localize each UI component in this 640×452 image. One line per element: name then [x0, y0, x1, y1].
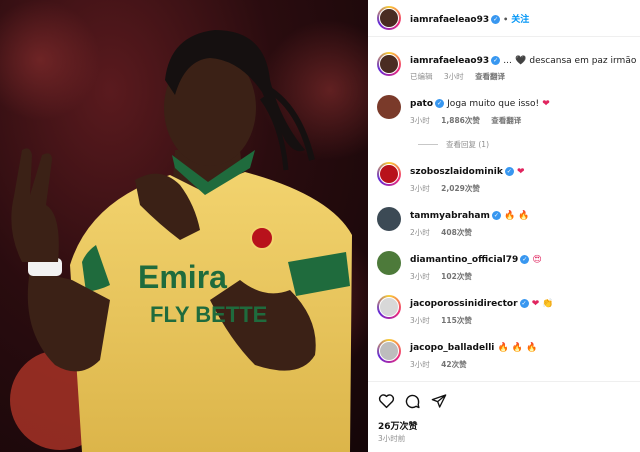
comment-text: Joga muito que isso!	[447, 99, 540, 109]
comment-avatar[interactable]	[377, 207, 401, 231]
comment-likes[interactable]: 2,029次赞	[441, 184, 480, 193]
comment-author[interactable]: pato	[410, 99, 433, 109]
verified-badge-icon: ✓	[504, 167, 514, 176]
view-replies-label: 查看回复 (1)	[446, 140, 490, 149]
comment-author[interactable]: szoboszlaidominik	[410, 167, 503, 177]
verified-badge-icon: ✓	[491, 211, 501, 220]
comment-row: tammyabraham ✓ 🔥 🔥	[410, 211, 530, 221]
comment-author[interactable]: jacopo_balladelli	[410, 343, 494, 353]
comment-avatar[interactable]	[377, 295, 401, 319]
caption-meta: 已编辑 3小时 查看翻译	[410, 71, 505, 82]
comment-emoji: ❤	[542, 99, 550, 109]
comment-likes[interactable]: 408次赞	[441, 228, 472, 237]
comment-row: pato ✓ Joga muito que isso! ❤	[410, 99, 550, 109]
comment-likes[interactable]: 115次赞	[441, 316, 472, 325]
comment-likes[interactable]: 42次赞	[441, 360, 466, 369]
comment-row: szoboszlaidominik ✓ ❤	[410, 167, 525, 177]
comment-likes[interactable]: 1,886次赞	[441, 116, 480, 125]
comment-time: 3小时	[410, 116, 430, 125]
header-author: iamrafaeleao93 ✓ • 关注	[410, 12, 529, 25]
verified-badge-icon: ✓	[520, 255, 530, 264]
post-photo-illustration: Emira FLY BETTE	[0, 0, 368, 452]
post-side-panel	[368, 0, 640, 452]
comment-author[interactable]: tammyabraham	[410, 211, 490, 221]
comment-time: 3小时	[410, 316, 430, 325]
comment-time: 2小时	[410, 228, 430, 237]
verified-badge-icon: ✓	[491, 15, 501, 24]
comment-emoji: 🔥 🔥 🔥	[497, 343, 538, 353]
comment-icon[interactable]	[404, 393, 421, 410]
replies-divider	[418, 144, 438, 145]
comment-meta: 2小时 408次赞	[410, 227, 472, 238]
comment-author[interactable]: jacoporossinidirector	[410, 299, 518, 309]
separator-dot: •	[503, 15, 509, 24]
comment-meta: 3小时 42次赞	[410, 359, 467, 370]
verified-badge-icon: ✓	[435, 99, 445, 108]
caption-time: 3小时	[443, 72, 464, 81]
verified-badge-icon: ✓	[519, 299, 529, 308]
caption-emoji: 🖤	[515, 56, 527, 66]
actions-divider	[368, 381, 640, 382]
caption-more: ...	[503, 56, 512, 66]
likes-count[interactable]: 26万次赞	[378, 419, 418, 432]
author-avatar[interactable]	[377, 6, 401, 30]
comment-emoji: ❤	[516, 167, 525, 177]
comment-emoji: ❤ 👏	[531, 299, 554, 309]
comment-avatar[interactable]	[377, 339, 401, 363]
comment-time: 3小时	[410, 272, 430, 281]
comment-emoji: 🔥 🔥	[504, 211, 530, 221]
comment-meta: 3小时 115次赞	[410, 315, 472, 326]
comment-meta: 3小时 1,886次赞 查看翻译	[410, 115, 521, 126]
comment-emoji: 😍	[532, 255, 542, 265]
comment-meta: 3小时 102次赞	[410, 271, 472, 282]
post-photo[interactable]: Emira FLY BETTE	[0, 0, 368, 452]
verified-badge-icon: ✓	[491, 56, 501, 65]
post-time: 3小时前	[378, 434, 406, 443]
comment-translate-link[interactable]: 查看翻译	[491, 116, 521, 125]
comment-avatar[interactable]	[377, 251, 401, 275]
comment-row: jacopo_balladelli 🔥 🔥 🔥	[410, 343, 537, 353]
view-replies-button[interactable]: 查看回复 (1)	[418, 139, 489, 150]
share-icon[interactable]	[431, 393, 447, 409]
caption-avatar[interactable]	[377, 52, 401, 76]
comment-meta: 3小时 2,029次赞	[410, 183, 480, 194]
comment-time: 3小时	[410, 184, 430, 193]
sponsor-text-line1: Emira	[138, 259, 227, 295]
comment-author[interactable]: diamantino_official79	[410, 255, 518, 265]
comment-row: jacoporossinidirector ✓ ❤ 👏	[410, 299, 554, 309]
follow-button[interactable]: 关注	[511, 15, 529, 25]
caption-author[interactable]: iamrafaeleao93	[410, 56, 489, 66]
header-author-name[interactable]: iamrafaeleao93	[410, 15, 489, 25]
caption-translate-link[interactable]: 查看翻译	[475, 72, 505, 81]
comment-avatar[interactable]	[377, 162, 401, 186]
caption-row: iamrafaeleao93 ✓ ... 🖤 descansa em paz ir…	[410, 56, 636, 66]
caption-edited: 已编辑	[410, 72, 433, 81]
sponsor-text-line2: FLY BETTE	[150, 302, 267, 327]
caption-text: descansa em paz irmão	[529, 56, 637, 66]
comment-likes[interactable]: 102次赞	[441, 272, 472, 281]
comment-row: diamantino_official79 ✓ 😍	[410, 255, 542, 265]
instagram-post-view: Emira FLY BETTE iamrafaeleao93 ✓ • 关注 iamra…	[0, 0, 640, 452]
comment-avatar[interactable]	[377, 95, 401, 119]
comment-time: 3小时	[410, 360, 430, 369]
heart-icon[interactable]	[378, 393, 395, 409]
